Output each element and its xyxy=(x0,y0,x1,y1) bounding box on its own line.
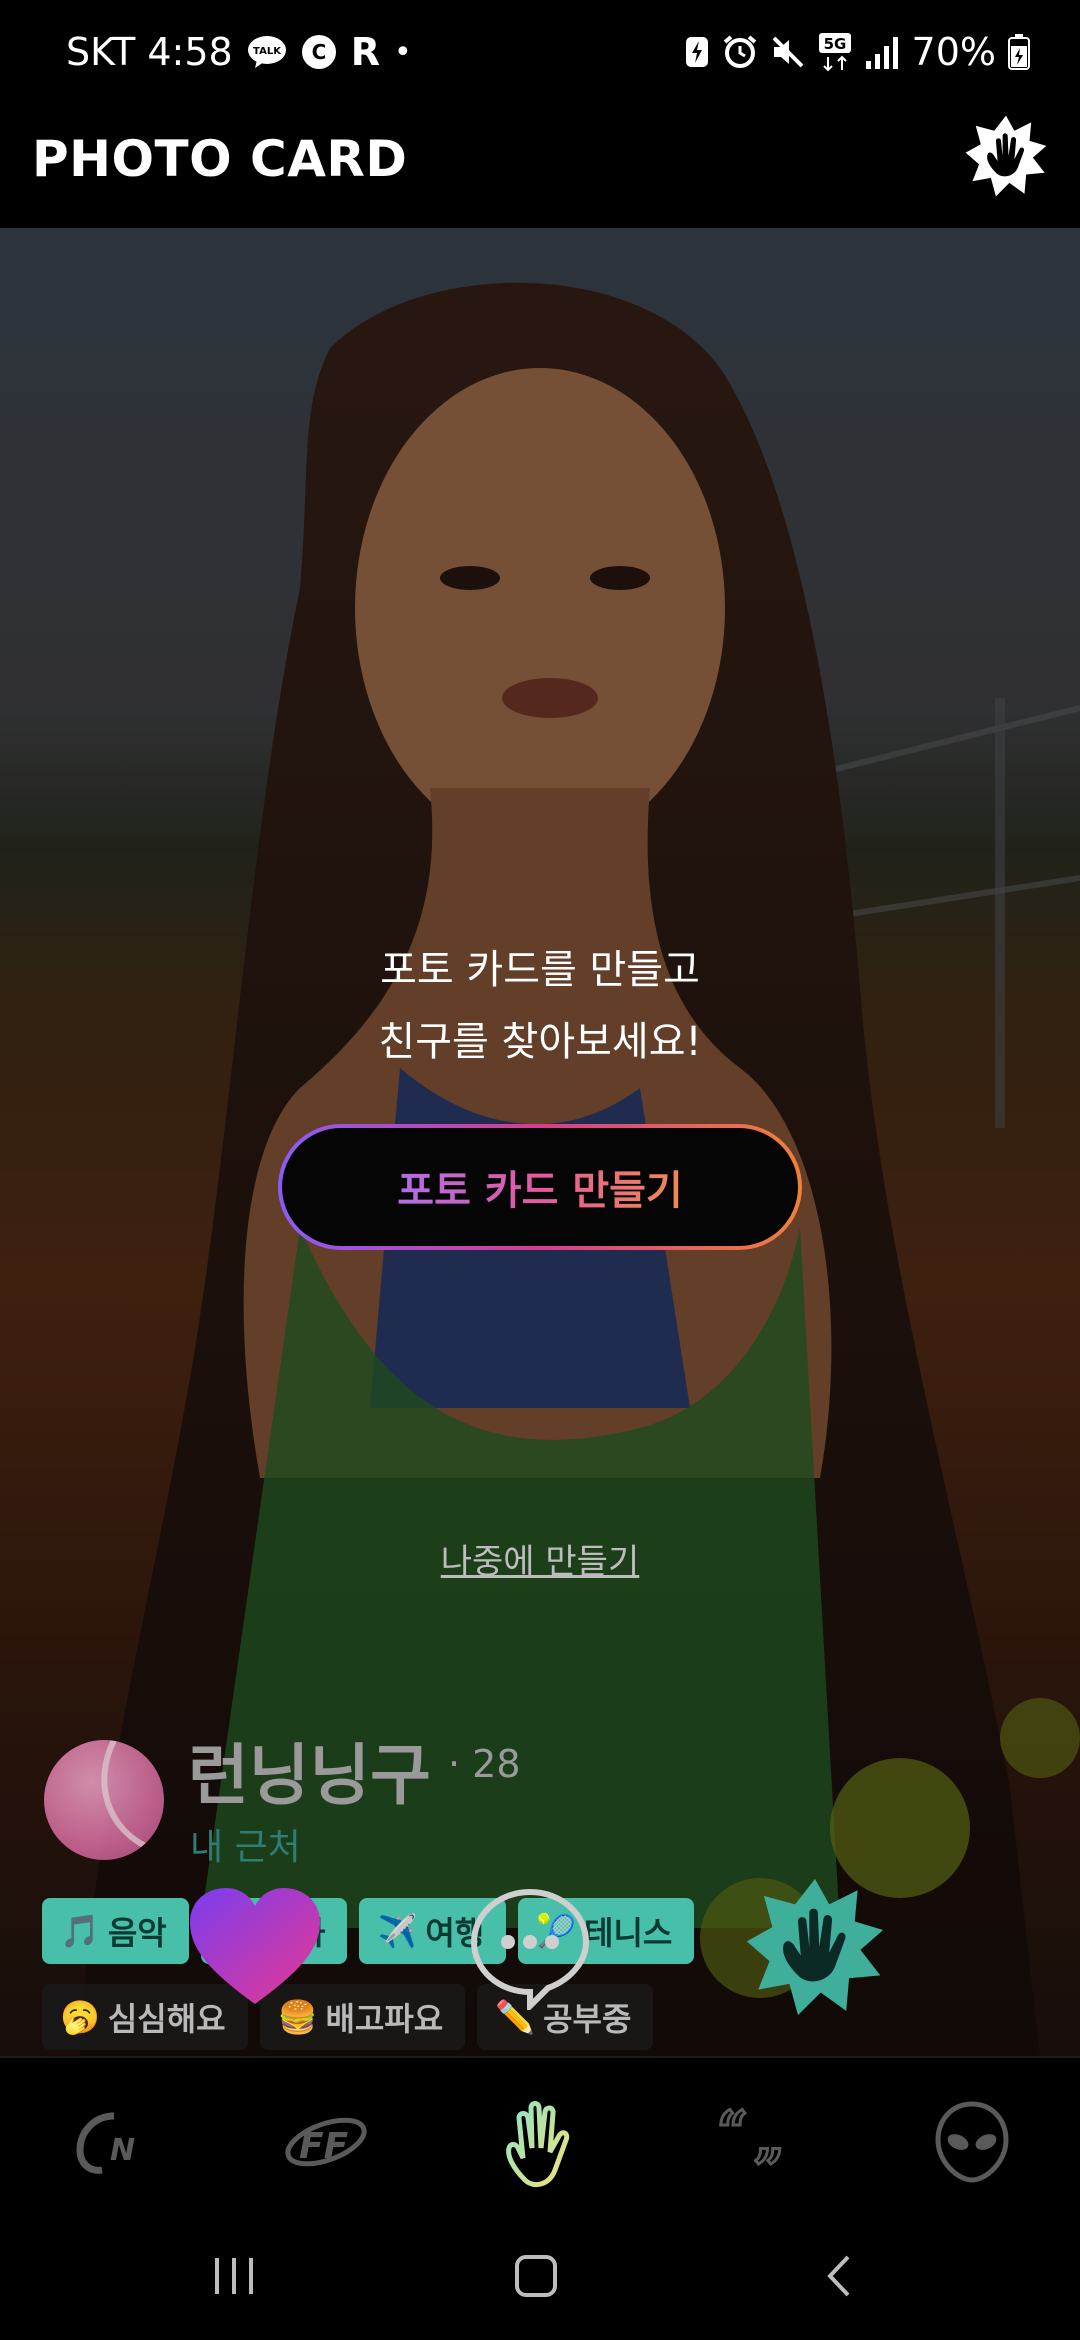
tennis-ball-icon xyxy=(101,1740,156,1853)
nav-ff[interactable]: FF xyxy=(278,2094,374,2190)
battery-saver-icon xyxy=(684,35,710,69)
interest-tag-label: 음악 xyxy=(107,1914,167,1952)
like-button[interactable] xyxy=(188,1886,322,2008)
interest-tag-label: 테니스 xyxy=(584,1914,673,1952)
carrier-time: SKT 4:58 xyxy=(66,30,233,74)
network-5g-icon: 5G xyxy=(818,32,852,72)
profile-location: 내 근처 xyxy=(190,1827,301,1868)
avatar[interactable] xyxy=(44,1740,164,1860)
wave-hand-badge-icon[interactable] xyxy=(964,114,1048,198)
c-badge-icon: C xyxy=(301,34,337,70)
svg-text:FF: FF xyxy=(299,2126,349,2167)
quote-icon: “ ” xyxy=(716,2102,786,2182)
network-text: 5G xyxy=(823,35,846,53)
bottom-nav: N FF “ ” xyxy=(0,2056,1080,2214)
alien-icon xyxy=(935,2101,1009,2183)
recent-apps-button[interactable] xyxy=(194,2246,274,2306)
back-button[interactable] xyxy=(800,2246,880,2306)
cn-logo-icon: N xyxy=(76,2112,135,2174)
alarm-icon xyxy=(722,34,758,70)
yawn-icon: 🥱 xyxy=(60,1998,100,2036)
c-badge-text: C xyxy=(311,40,326,64)
nav-cn[interactable]: N xyxy=(62,2094,158,2190)
svg-text:N: N xyxy=(110,2133,135,2168)
battery-icon xyxy=(1008,34,1030,70)
status-left: SKT 4:58 TALK C R • xyxy=(66,24,412,80)
notification-dot: • xyxy=(393,34,412,70)
wave-button[interactable] xyxy=(744,1876,886,2018)
svg-text:”: ” xyxy=(753,2137,784,2182)
nav-alien[interactable] xyxy=(924,2094,1020,2190)
wave-hand-nav-icon xyxy=(506,2101,570,2188)
make-photo-card-label: 포토 카드 만들기 xyxy=(397,1158,682,1216)
home-button[interactable] xyxy=(496,2246,576,2306)
page-title: PHOTO CARD xyxy=(32,130,408,188)
nav-quote[interactable]: “ ” xyxy=(710,2094,806,2190)
recent-apps-icon xyxy=(215,2258,253,2294)
status-bar: SKT 4:58 TALK C R • 5G 70% xyxy=(0,0,1080,100)
make-later-link[interactable]: 나중에 만들기 xyxy=(0,1534,1080,1583)
music-icon: 🎵 xyxy=(60,1912,100,1950)
make-photo-card-button[interactable]: 포토 카드 만들기 xyxy=(278,1124,802,1250)
cta-line-2: 친구를 찾아보세요! xyxy=(378,1019,702,1065)
talk-badge-text: TALK xyxy=(253,46,282,57)
cta-line-1: 포토 카드를 만들고 xyxy=(380,947,700,993)
cta-message: 포토 카드를 만들고 친구를 찾아보세요! xyxy=(0,934,1080,1078)
home-icon xyxy=(515,2255,557,2297)
mute-icon xyxy=(770,34,806,70)
r-badge-icon: R xyxy=(350,30,380,74)
nav-wave[interactable] xyxy=(492,2094,588,2190)
svg-text:“: “ xyxy=(717,2102,748,2163)
app-header: PHOTO CARD xyxy=(0,100,1080,228)
ff-logo-icon: FF xyxy=(285,2117,367,2167)
battery-percent: 70% xyxy=(911,30,996,74)
mood-tag-label: 배고파요 xyxy=(325,2000,444,2038)
chat-button[interactable] xyxy=(468,1886,592,2014)
profile-name: 런닝닝구 xyxy=(188,1737,431,1814)
wave-hand-icon xyxy=(746,1878,884,2016)
status-right: 5G 70% xyxy=(684,24,1030,80)
back-icon xyxy=(827,2255,850,2297)
airplane-icon: ✈️ xyxy=(377,1912,418,1950)
heart-icon xyxy=(190,1888,320,2004)
system-nav-bar xyxy=(0,2212,1080,2340)
interest-tags: 🎵음악 🎬영화 ✈️여행 🎾테니스 xyxy=(42,1898,695,1964)
chat-bubble-icon xyxy=(470,1888,590,2014)
photo-card-area[interactable]: 포토 카드를 만들고 친구를 찾아보세요! 포토 카드 만들기 나중에 만들기 … xyxy=(0,228,1080,2056)
kakaotalk-icon: TALK xyxy=(247,34,287,70)
profile-age: · 28 xyxy=(448,1742,521,1786)
signal-icon xyxy=(864,35,900,69)
interest-tag: 🎵 음악 xyxy=(42,1898,189,1964)
